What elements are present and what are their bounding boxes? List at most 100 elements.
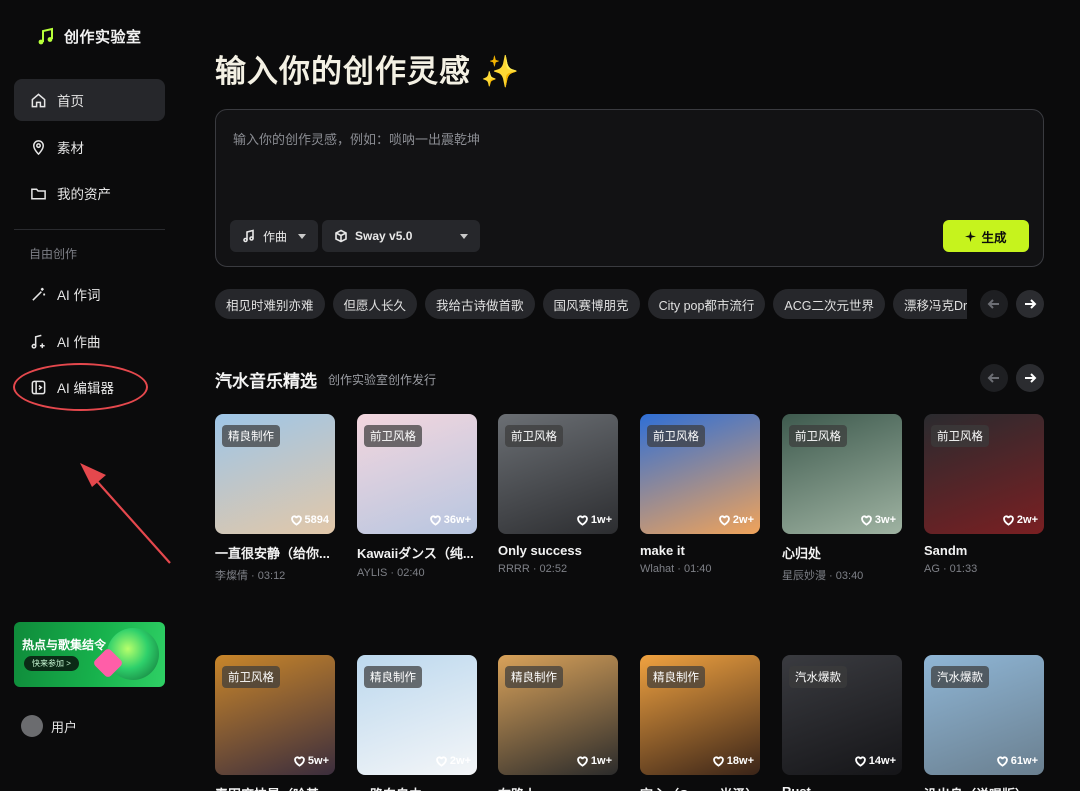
arrow-right-icon xyxy=(1025,299,1037,309)
song-card[interactable]: 汽水爆款 61w+ 没出息（说唱版） xyxy=(924,655,1044,791)
song-card[interactable]: 前卫风格 2w+ Sandm AG · 01:33 xyxy=(924,414,1044,575)
song-likes: 18w+ xyxy=(712,755,754,767)
like-count: 2w+ xyxy=(732,514,754,526)
arrow-left-icon xyxy=(987,299,999,309)
sidebar-item-materials[interactable]: 素材 xyxy=(14,126,165,168)
music-note-icon xyxy=(243,229,254,243)
song-cover[interactable]: 前卫风格 2w+ xyxy=(640,414,760,534)
sidebar-item-ai-compose[interactable]: AI 作曲 xyxy=(14,320,165,362)
song-title[interactable]: Rust xyxy=(782,784,904,791)
heart-icon xyxy=(577,755,588,767)
song-likes: 5894 xyxy=(290,514,329,526)
chip[interactable]: City pop都市流行 xyxy=(647,289,766,319)
song-meta: 李燦倩 · 03:12 xyxy=(215,570,286,582)
song-card[interactable]: 精良制作 18w+ 空心（Cover 光泽） xyxy=(640,655,760,791)
song-card[interactable]: 精良制作 2w+ 一路向自由 xyxy=(357,655,477,791)
song-likes: 3w+ xyxy=(861,514,896,526)
song-meta: AYLIS · 02:40 xyxy=(357,567,425,579)
model-select[interactable]: Sway v5.0 xyxy=(322,220,480,252)
chips-next-button[interactable] xyxy=(1016,290,1044,318)
song-title[interactable]: 空心（Cover 光泽） xyxy=(640,784,762,791)
section-subtitle: 创作实验室创作发行 xyxy=(328,373,437,387)
song-title[interactable]: 一路向自由 xyxy=(357,784,479,791)
song-tag: 前卫风格 xyxy=(222,666,280,688)
song-cover[interactable]: 精良制作 18w+ xyxy=(640,655,760,775)
prompt-input[interactable] xyxy=(233,128,1023,150)
song-cover[interactable]: 前卫风格 2w+ xyxy=(924,414,1044,534)
song-tag: 前卫风格 xyxy=(931,425,989,447)
song-cover[interactable]: 汽水爆款 14w+ xyxy=(782,655,902,775)
chip[interactable]: 国风赛博朋克 xyxy=(542,289,640,319)
song-title[interactable]: 一直很安静（给你... xyxy=(215,543,337,562)
heart-icon xyxy=(854,755,866,767)
song-title[interactable]: 在路上 xyxy=(498,784,620,791)
sidebar-section-label: 自由创作 xyxy=(29,247,78,261)
page-title: 输入你的创作灵感 ✨ xyxy=(215,46,520,91)
song-tag: 精良制作 xyxy=(505,666,563,688)
song-cover[interactable]: 前卫风格 36w+ xyxy=(357,414,477,534)
song-title[interactable]: Kawaiiダンス（纯... xyxy=(357,543,479,562)
song-title[interactable]: Sandm xyxy=(924,543,1046,558)
song-likes: 1w+ xyxy=(577,514,612,526)
location-pin-icon xyxy=(33,139,44,155)
song-card[interactable]: 精良制作 5894 一直很安静（给你... 李燦倩 · 03:12 xyxy=(215,414,335,583)
song-card[interactable]: 前卫风格 2w+ make it Wlahat · 01:40 xyxy=(640,414,760,575)
song-tag: 前卫风格 xyxy=(647,425,705,447)
sidebar-item-ai-lyrics[interactable]: AI 作词 xyxy=(14,273,165,315)
song-cover[interactable]: 精良制作 2w+ xyxy=(357,655,477,775)
song-title[interactable]: Only success xyxy=(498,543,620,558)
song-likes: 2w+ xyxy=(436,755,471,767)
chip[interactable]: ACG二次元世界 xyxy=(773,289,886,319)
sidebar-item-label: 首页 xyxy=(57,94,84,109)
heart-icon xyxy=(577,514,588,526)
song-card[interactable]: 前卫风格 3w+ 心归处 星辰妙漫 · 03:40 xyxy=(782,414,902,583)
promo-banner[interactable]: 热点与歌集结令 快来参加 > xyxy=(14,622,165,687)
song-title[interactable]: 没出息（说唱版） xyxy=(924,784,1046,791)
home-icon xyxy=(31,92,46,107)
chip[interactable]: 但愿人长久 xyxy=(332,289,418,319)
song-title[interactable]: 春田麻怯是（哈基 xyxy=(215,784,337,791)
song-cover[interactable]: 精良制作 1w+ xyxy=(498,655,618,775)
mode-select-value: 作曲 xyxy=(263,229,288,244)
sidebar-item-my-assets[interactable]: 我的资产 xyxy=(14,172,165,214)
mode-select[interactable]: 作曲 xyxy=(230,220,318,252)
song-tag: 汽水爆款 xyxy=(789,666,847,688)
song-likes: 1w+ xyxy=(577,755,612,767)
like-count: 1w+ xyxy=(590,755,612,767)
generate-button[interactable]: 生成 xyxy=(943,220,1029,252)
song-card[interactable]: 精良制作 1w+ 在路上 xyxy=(498,655,618,791)
song-meta: AG · 01:33 xyxy=(924,563,978,575)
song-card[interactable]: 前卫风格 1w+ Only success RRRR · 02:52 xyxy=(498,414,618,575)
song-title[interactable]: 心归处 xyxy=(782,543,904,562)
sidebar-item-label: 素材 xyxy=(57,141,84,156)
section-prev-button[interactable] xyxy=(980,364,1008,392)
song-tag: 精良制作 xyxy=(222,425,280,447)
promo-join-button[interactable]: 快来参加 > xyxy=(24,656,79,671)
song-card[interactable]: 前卫风格 5w+ 春田麻怯是（哈基 xyxy=(215,655,335,791)
song-likes: 61w+ xyxy=(996,755,1038,767)
promo-title: 热点与歌集结令 xyxy=(22,638,107,652)
song-tag: 精良制作 xyxy=(647,666,705,688)
chips-prev-button[interactable] xyxy=(980,290,1008,318)
heart-icon xyxy=(429,514,441,526)
song-cover[interactable]: 前卫风格 1w+ xyxy=(498,414,618,534)
song-card[interactable]: 前卫风格 36w+ Kawaiiダンス（纯... AYLIS · 02:40 xyxy=(357,414,477,579)
song-cover[interactable]: 汽水爆款 61w+ xyxy=(924,655,1044,775)
user-profile[interactable]: 用户 xyxy=(21,715,77,737)
section-title: 汽水音乐精选 xyxy=(215,372,317,391)
heart-icon xyxy=(1003,514,1014,526)
song-cover[interactable]: 前卫风格 5w+ xyxy=(215,655,335,775)
chip[interactable]: 漂移冯克Drift Phonk xyxy=(893,289,967,319)
chip[interactable]: 我给古诗做首歌 xyxy=(425,289,535,319)
song-cover[interactable]: 前卫风格 3w+ xyxy=(782,414,902,534)
song-title[interactable]: make it xyxy=(640,543,762,558)
brand[interactable]: 创作实验室 xyxy=(36,26,142,47)
red-arrow-annotation xyxy=(80,463,171,564)
prompt-box: 作曲 Sway v5.0 生成 xyxy=(215,109,1044,267)
section-next-button[interactable] xyxy=(1016,364,1044,392)
chip[interactable]: 相见时难别亦难 xyxy=(215,289,325,319)
sidebar-item-home[interactable]: 首页 xyxy=(14,79,165,121)
song-card[interactable]: 汽水爆款 14w+ Rust xyxy=(782,655,902,791)
song-cover[interactable]: 精良制作 5894 xyxy=(215,414,335,534)
cube-icon xyxy=(335,229,347,243)
